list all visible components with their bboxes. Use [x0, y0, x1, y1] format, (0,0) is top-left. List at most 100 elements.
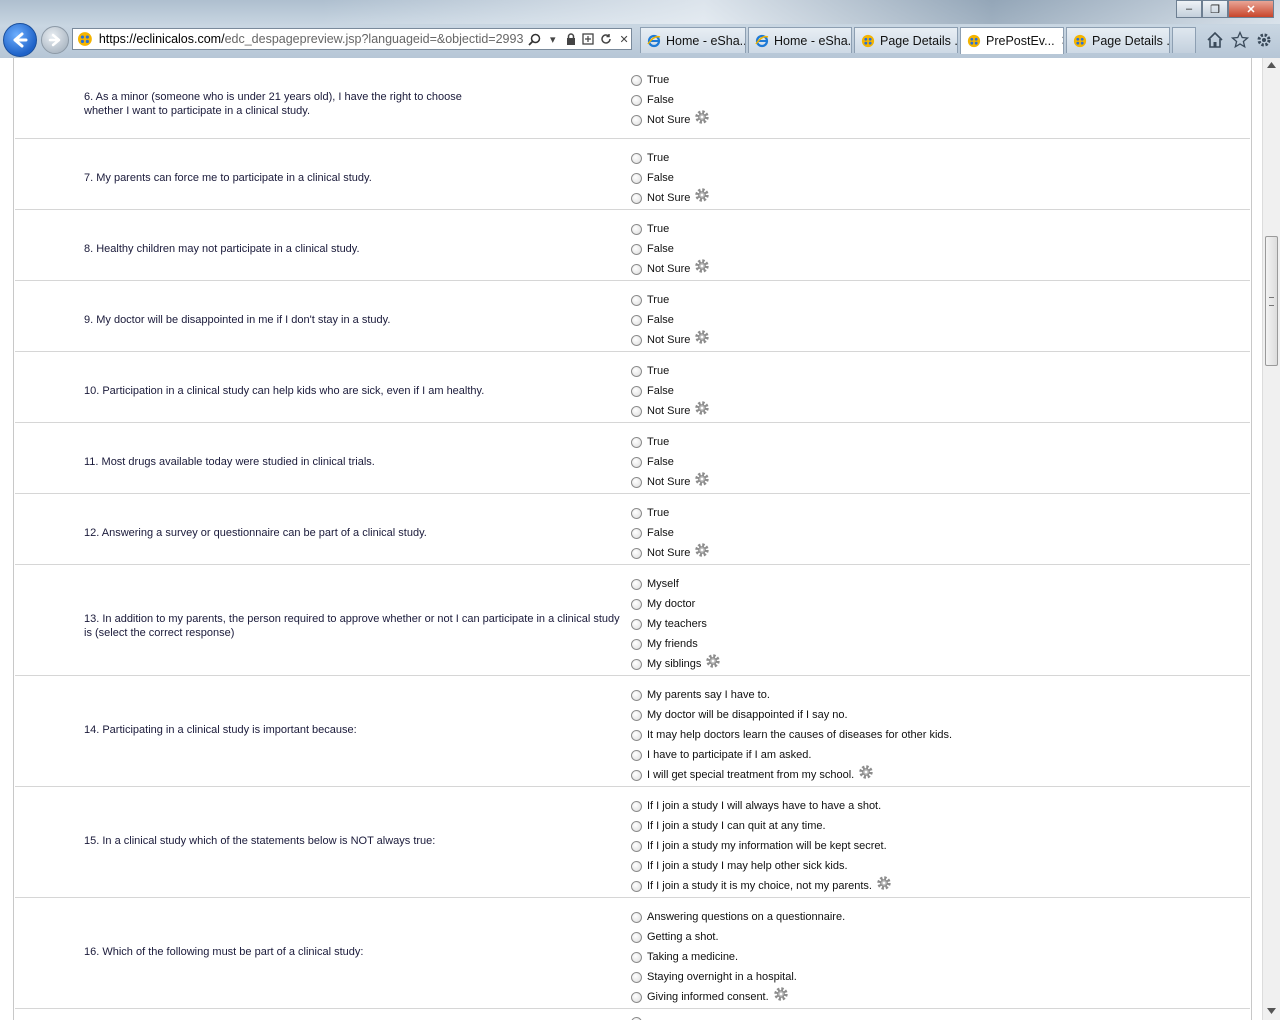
radio-button[interactable] [631, 880, 642, 892]
forward-button[interactable] [41, 26, 69, 54]
radio-button[interactable] [631, 971, 642, 983]
radio-button[interactable] [631, 769, 642, 781]
answer-option[interactable]: Answering questions on a questionnaire. [631, 907, 845, 927]
radio-button[interactable] [631, 294, 642, 306]
tab-page-details-1[interactable]: Page Details ... [854, 27, 958, 53]
gear-icon[interactable] [694, 187, 710, 203]
answer-option[interactable]: If I join a study it is my choice, not m… [631, 876, 892, 896]
answer-option[interactable]: It may help doctors learn the causes of … [631, 725, 952, 745]
radio-button[interactable] [631, 820, 642, 832]
gear-icon[interactable] [694, 258, 710, 274]
answer-option[interactable]: If I join a study my information will be… [631, 836, 887, 856]
radio-button[interactable] [631, 951, 642, 963]
answer-option[interactable]: My doctor will be disappointed if I say … [631, 705, 848, 725]
radio-button[interactable] [631, 840, 642, 852]
scroll-down-arrow-icon[interactable] [1267, 1008, 1276, 1014]
answer-option[interactable]: My siblings [631, 654, 721, 674]
gear-icon[interactable] [694, 329, 710, 345]
gear-icon[interactable] [694, 471, 710, 487]
refresh-icon[interactable] [599, 32, 613, 46]
answer-option[interactable]: False [631, 381, 674, 401]
radio-button[interactable] [631, 689, 642, 701]
settings-gear-icon[interactable] [1254, 30, 1274, 50]
answer-option[interactable]: False [631, 168, 674, 188]
minimize-button[interactable]: – [1176, 0, 1202, 18]
compatibility-view-icon[interactable] [581, 32, 595, 46]
answer-option[interactable]: True [631, 70, 669, 90]
url-text[interactable]: https://eclinicalos.com/edc_despageprevi… [99, 32, 524, 46]
radio-button[interactable] [631, 314, 642, 326]
radio-button[interactable] [631, 800, 642, 812]
restore-button[interactable]: ❐ [1202, 0, 1228, 18]
answer-option[interactable]: Not Sure [631, 330, 710, 350]
answer-option[interactable]: True [631, 503, 669, 523]
answer-option[interactable]: My doctor [631, 594, 695, 614]
answer-option[interactable]: I have to participate if I am asked. [631, 745, 811, 765]
back-button[interactable] [3, 23, 37, 57]
search-icon[interactable] [528, 32, 542, 46]
radio-button[interactable] [631, 547, 642, 559]
radio-button[interactable] [631, 436, 642, 448]
answer-option[interactable]: Not Sure [631, 543, 710, 563]
radio-button[interactable] [631, 192, 642, 204]
answer-option[interactable]: If I join a study I will always have to … [631, 796, 881, 816]
gear-icon[interactable] [694, 109, 710, 125]
vertical-scrollbar[interactable] [1262, 58, 1280, 1020]
radio-button[interactable] [631, 243, 642, 255]
answer-option[interactable]: Not Sure [631, 472, 710, 492]
answer-option[interactable]: False [631, 452, 674, 472]
gear-icon[interactable] [694, 542, 710, 558]
radio-button[interactable] [631, 931, 642, 943]
answer-option[interactable]: True [631, 148, 669, 168]
radio-button[interactable] [631, 263, 642, 275]
answer-option[interactable]: Giving informed consent. [631, 987, 789, 1007]
tab-page-details-2[interactable]: Page Details ... [1066, 27, 1170, 53]
gear-icon[interactable] [876, 875, 892, 891]
answer-option[interactable]: If I join a study I may help other sick … [631, 856, 848, 876]
answer-option[interactable]: If I join a study I can quit at any time… [631, 816, 826, 836]
answer-option[interactable]: False [631, 90, 674, 110]
radio-button[interactable] [631, 74, 642, 86]
radio-button[interactable] [631, 527, 642, 539]
tab-home-2[interactable]: Home - eSha... [748, 27, 852, 53]
dropdown-arrow-icon[interactable]: ▾ [546, 32, 560, 46]
answer-option[interactable]: Staying overnight in a hospital. [631, 967, 797, 987]
radio-button[interactable] [631, 598, 642, 610]
radio-button[interactable] [631, 991, 642, 1003]
radio-button[interactable] [631, 709, 642, 721]
answer-option[interactable]: My teachers [631, 614, 707, 634]
radio-button[interactable] [631, 1017, 642, 1020]
answer-option[interactable]: My friends [631, 634, 698, 654]
radio-button[interactable] [631, 114, 642, 126]
answer-option[interactable]: Taking a medicine. [631, 947, 738, 967]
answer-option[interactable]: Not Sure [631, 110, 710, 130]
radio-button[interactable] [631, 405, 642, 417]
answer-option[interactable]: True [631, 432, 669, 452]
lock-icon[interactable] [564, 32, 578, 46]
radio-button[interactable] [631, 860, 642, 872]
scroll-up-arrow-icon[interactable] [1267, 62, 1276, 68]
answer-option[interactable]: False [631, 310, 674, 330]
address-bar[interactable]: https://eclinicalos.com/edc_despageprevi… [72, 28, 632, 50]
radio-button[interactable] [631, 223, 642, 235]
answer-option[interactable]: Myself [631, 574, 679, 594]
new-tab-button[interactable] [1172, 27, 1196, 53]
radio-button[interactable] [631, 618, 642, 630]
gear-icon[interactable] [705, 653, 721, 669]
answer-option[interactable]: True [631, 290, 669, 310]
home-icon[interactable] [1205, 30, 1225, 50]
radio-button[interactable] [631, 334, 642, 346]
gear-icon[interactable] [773, 986, 789, 1002]
answer-option[interactable]: I will get special treatment from my sch… [631, 765, 874, 785]
radio-button[interactable] [631, 456, 642, 468]
answer-option[interactable]: False [631, 523, 674, 543]
close-window-button[interactable]: ✕ [1228, 0, 1274, 18]
radio-button[interactable] [631, 365, 642, 377]
answer-option[interactable]: Getting a shot. [631, 927, 719, 947]
answer-option[interactable]: False [631, 239, 674, 259]
radio-button[interactable] [631, 729, 642, 741]
scroll-thumb[interactable] [1265, 236, 1278, 366]
radio-button[interactable] [631, 911, 642, 923]
gear-icon[interactable] [694, 400, 710, 416]
favorites-star-icon[interactable] [1230, 30, 1250, 50]
